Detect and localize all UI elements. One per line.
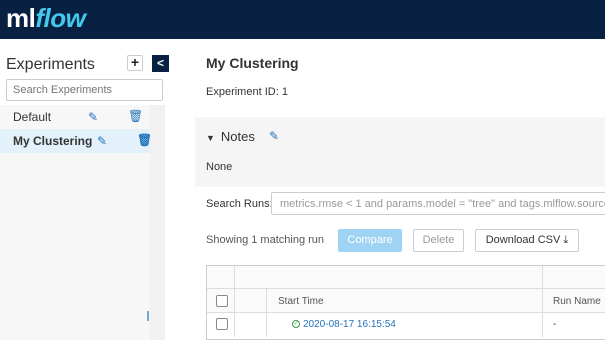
experiment-id-value: 1 — [281, 86, 288, 98]
logo-flow-text: flow — [35, 3, 86, 33]
sidebar-item-label: Default — [13, 110, 52, 124]
edit-icon[interactable]: ✎ — [269, 129, 279, 143]
search-runs-input[interactable]: metrics.rmse < 1 and params.model = "tre… — [271, 192, 605, 215]
download-icon: ⤓ — [563, 234, 569, 246]
column-divider — [542, 266, 543, 337]
search-runs-label: Search Runs: — [206, 198, 273, 210]
sidebar-scrollbar[interactable] — [150, 105, 165, 340]
notes-content: None — [206, 161, 233, 173]
mlflow-logo[interactable]: mlflow — [6, 3, 86, 34]
column-header-run-name[interactable]: Run Name — [553, 296, 601, 307]
experiments-sidebar: Experiments + < Default ✎ 🗑 My Clusterin… — [0, 39, 169, 340]
run-start-time-link[interactable]: 2020-08-17 16:15:54 — [303, 319, 396, 330]
matching-runs-count: Showing 1 matching run — [206, 234, 325, 246]
run-start-time[interactable]: ✓ 2020-08-17 16:15:54 — [292, 319, 396, 330]
search-experiments-input[interactable] — [6, 79, 163, 101]
notes-label: Notes — [220, 129, 255, 144]
run-name: - — [553, 319, 557, 330]
column-divider — [234, 266, 235, 337]
experiment-page: My Clustering Experiment ID: 1 ▼ Notes ✎ … — [195, 39, 605, 340]
download-csv-button[interactable]: Download CSV ⤓ — [475, 229, 579, 252]
collapse-sidebar-button[interactable]: < — [152, 55, 169, 72]
page-title: My Clustering — [206, 55, 299, 71]
column-divider — [266, 289, 267, 337]
table-group-header — [207, 266, 605, 289]
notes-section: ▼ Notes ✎ None — [195, 117, 605, 187]
caret-down-icon: ▼ — [206, 133, 215, 143]
sidebar-item-label: My Clustering — [13, 134, 93, 148]
delete-button[interactable]: Delete — [413, 229, 464, 252]
experiment-id-label: Experiment ID: — [206, 86, 279, 98]
edit-icon[interactable]: ✎ — [97, 134, 107, 148]
column-header-start-time[interactable]: Start Time — [278, 296, 324, 307]
notes-toggle[interactable]: ▼ Notes — [206, 129, 255, 144]
sidebar-item-default[interactable]: Default ✎ 🗑 — [0, 105, 150, 129]
download-csv-label: Download CSV — [485, 234, 561, 246]
select-all-checkbox[interactable] — [216, 295, 228, 307]
row-checkbox[interactable] — [216, 318, 228, 330]
check-circle-icon: ✓ — [292, 320, 300, 329]
top-navigation-bar: mlflow — [0, 0, 605, 39]
runs-table: Start Time Run Name ✓ 2020-08-17 16:15:54… — [206, 265, 605, 340]
sidebar-resize-handle[interactable] — [147, 311, 149, 321]
add-experiment-button[interactable]: + — [127, 55, 143, 71]
logo-ml-text: ml — [6, 3, 36, 33]
trash-icon[interactable]: 🗑 — [128, 109, 143, 123]
edit-icon[interactable]: ✎ — [88, 110, 98, 124]
compare-button[interactable]: Compare — [338, 229, 402, 252]
sidebar-title: Experiments — [6, 56, 95, 73]
sidebar-item-my-clustering[interactable]: My Clustering ✎ 🗑 — [0, 129, 152, 153]
experiment-id: Experiment ID: 1 — [206, 86, 288, 98]
experiment-list: Default ✎ 🗑 My Clustering ✎ 🗑 — [0, 105, 152, 340]
